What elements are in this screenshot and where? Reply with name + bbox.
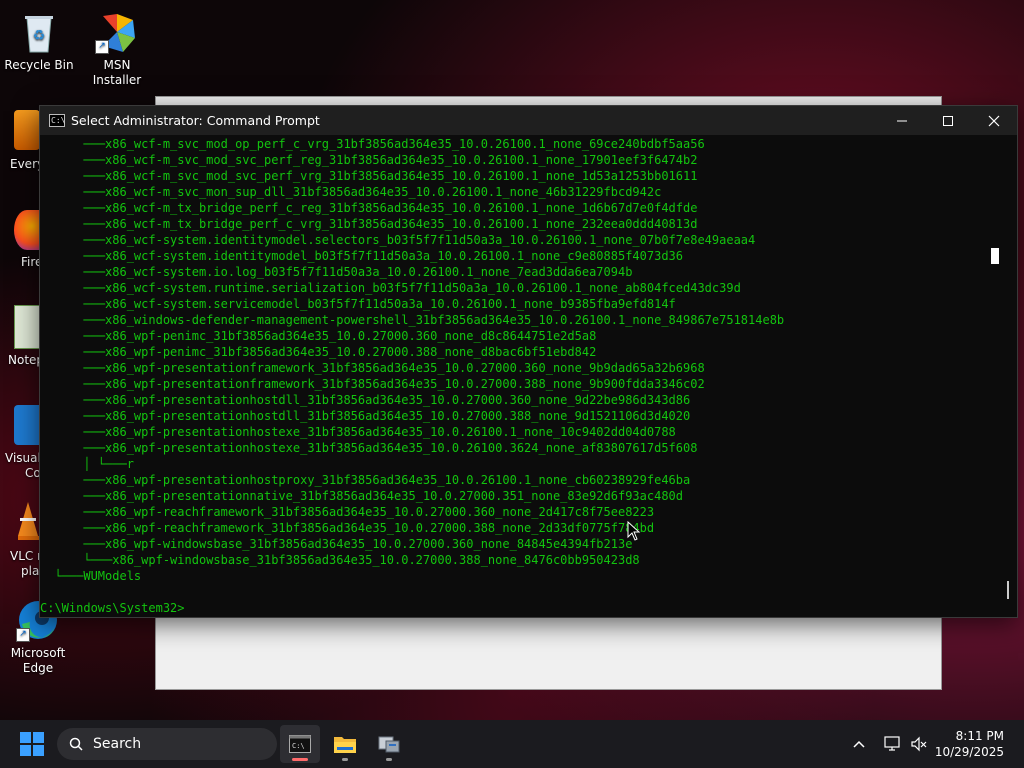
shortcut-arrow-icon: ↗ bbox=[95, 40, 109, 54]
close-button[interactable] bbox=[971, 106, 1017, 135]
console-line: ───x86_wpf-presentationhostexe_31bf3856a… bbox=[40, 425, 676, 439]
maximize-button[interactable] bbox=[925, 106, 971, 135]
taskbar-setup-app[interactable] bbox=[369, 725, 409, 763]
console-line: ───x86_wpf-presentationhostproxy_31bf385… bbox=[40, 473, 691, 487]
msn-installer-icon[interactable]: ↗ MSN Installer bbox=[79, 10, 155, 88]
console-line: ───x86_wpf-penimc_31bf3856ad364e35_10.0.… bbox=[40, 345, 597, 359]
console-line: ───x86_wcf-m_tx_bridge_perf_c_vrg_31bf38… bbox=[40, 217, 698, 231]
msn-installer-label: MSN Installer bbox=[92, 58, 142, 87]
notepad-icon[interactable] bbox=[14, 305, 42, 349]
console-line: │ └───r bbox=[40, 457, 134, 471]
title-bar[interactable]: C:\ Select Administrator: Command Prompt bbox=[40, 106, 1017, 135]
clock-time: 8:11 PM bbox=[955, 729, 1004, 743]
mouse-pointer-icon bbox=[627, 520, 641, 541]
console-line: ───x86_wpf-presentationnative_31bf3856ad… bbox=[40, 489, 683, 503]
console-line: ───x86_wpf-reachframework_31bf3856ad364e… bbox=[40, 521, 655, 535]
console-line: ───x86_wcf-m_svc_mod_svc_perf_vrg_31bf38… bbox=[40, 169, 698, 183]
start-button[interactable] bbox=[20, 732, 44, 756]
command-prompt-window[interactable]: C:\ Select Administrator: Command Prompt… bbox=[39, 105, 1018, 618]
console-line: ───x86_wcf-system.io.log_b03f5f7f11d50a3… bbox=[40, 265, 633, 279]
network-icon[interactable] bbox=[884, 720, 902, 768]
search-placeholder: Search bbox=[93, 736, 142, 752]
console-line: └───WUModels bbox=[40, 569, 142, 583]
console-line: ───x86_wpf-presentationframework_31bf385… bbox=[40, 361, 705, 375]
firefox-icon[interactable] bbox=[14, 210, 40, 250]
vlc-label-2: pla bbox=[21, 564, 40, 578]
taskbar: Search C:\ 8:11 PM 10/29/2025 bbox=[0, 720, 1024, 768]
volume-muted-icon[interactable] bbox=[910, 720, 928, 768]
recycle-bin-icon[interactable]: ♻ Recycle Bin bbox=[1, 10, 77, 73]
console-output[interactable]: ───x86_wcf-m_svc_mod_op_perf_c_vrg_31bf3… bbox=[40, 136, 1017, 617]
console-line: ───x86_wpf-windowsbase_31bf3856ad364e35_… bbox=[40, 537, 633, 551]
console-line: ───x86_wcf-m_svc_mod_op_perf_c_vrg_31bf3… bbox=[40, 137, 705, 151]
console-line: ───x86_wcf-m_svc_mod_svc_perf_reg_31bf38… bbox=[40, 153, 698, 167]
console-line: ───x86_wcf-system.servicemodel_b03f5f7f1… bbox=[40, 297, 676, 311]
clock[interactable]: 8:11 PM 10/29/2025 bbox=[935, 728, 1004, 760]
console-line: ───x86_wcf-m_tx_bridge_perf_c_reg_31bf38… bbox=[40, 201, 698, 215]
console-line: ───x86_wpf-presentationhostdll_31bf3856a… bbox=[40, 409, 691, 423]
console-line: ───x86_wcf-m_svc_mon_sup_dll_31bf3856ad3… bbox=[40, 185, 662, 199]
visual-studio-icon[interactable] bbox=[14, 405, 40, 445]
svg-text:C:\: C:\ bbox=[292, 742, 305, 750]
console-line: ───x86_wpf-penimc_31bf3856ad364e35_10.0.… bbox=[40, 329, 597, 343]
tray-overflow-chevron[interactable] bbox=[852, 720, 866, 768]
console-line: ───x86_wcf-system.runtime.serialization_… bbox=[40, 281, 741, 295]
console-line: ───x86_wpf-presentationhostdll_31bf3856a… bbox=[40, 393, 691, 407]
vlc-icon[interactable] bbox=[16, 500, 40, 542]
recycle-bin-label: Recycle Bin bbox=[4, 58, 74, 72]
visual-label: Visual bbox=[5, 451, 41, 465]
console-line: ───x86_wpf-presentationhostexe_31bf3856a… bbox=[40, 441, 698, 455]
command-prompt-line[interactable]: C:\Windows\System32> bbox=[40, 600, 1017, 616]
taskbar-command-prompt[interactable]: C:\ bbox=[280, 725, 320, 763]
minimize-button[interactable] bbox=[879, 106, 925, 135]
taskbar-file-explorer[interactable] bbox=[325, 725, 365, 763]
search-icon bbox=[69, 737, 83, 751]
everything-icon[interactable] bbox=[14, 110, 40, 150]
console-line: ───x86_wpf-reachframework_31bf3856ad364e… bbox=[40, 505, 655, 519]
console-line: ───x86_wpf-presentationframework_31bf385… bbox=[40, 377, 705, 391]
console-line: ───x86_wcf-system.identitymodel_b03f5f7f… bbox=[40, 249, 683, 263]
console-line: ───x86_wcf-system.identitymodel.selector… bbox=[40, 233, 756, 247]
window-title: Select Administrator: Command Prompt bbox=[71, 113, 320, 128]
svg-text:♻: ♻ bbox=[33, 28, 46, 44]
clock-date: 10/29/2025 bbox=[934, 745, 1004, 759]
edge-label-2: Edge bbox=[22, 661, 54, 675]
cmd-icon: C:\ bbox=[49, 114, 66, 127]
search-box[interactable]: Search bbox=[57, 728, 277, 760]
text-cursor bbox=[991, 248, 999, 264]
edge-label-1: Microsoft bbox=[10, 646, 66, 660]
console-line: ───x86_windows-defender-management-power… bbox=[40, 313, 785, 327]
shortcut-arrow-icon: ↗ bbox=[16, 628, 30, 642]
console-line: └───x86_wpf-windowsbase_31bf3856ad364e35… bbox=[40, 553, 640, 567]
scrollbar-thumb[interactable] bbox=[1007, 581, 1009, 599]
